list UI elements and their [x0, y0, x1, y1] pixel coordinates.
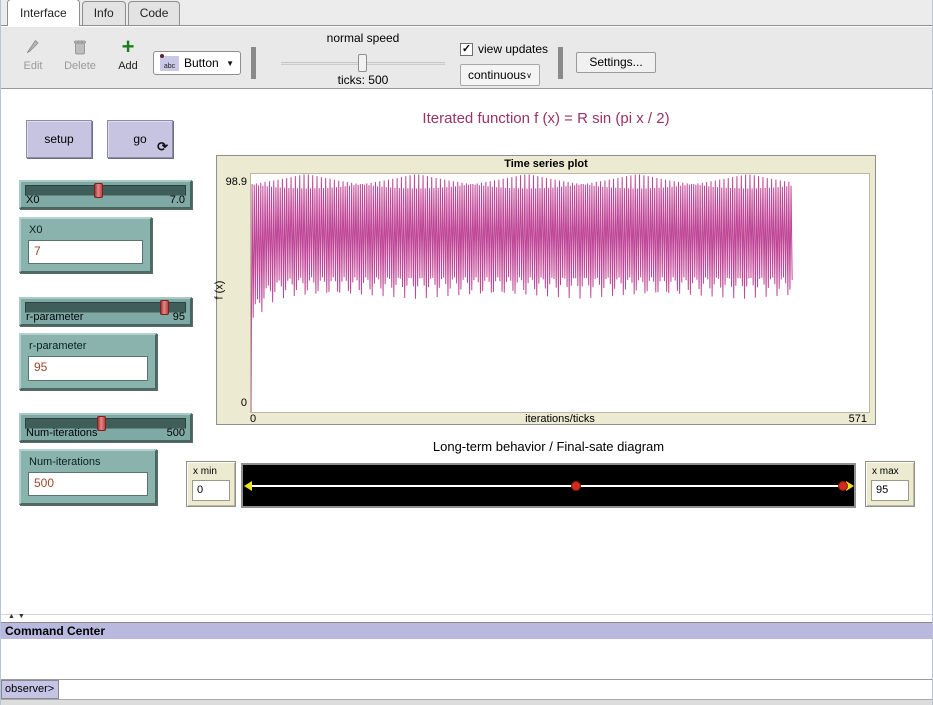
tab-code[interactable]: Code — [128, 1, 181, 25]
add-button[interactable]: + Add — [109, 35, 147, 72]
arrow-left-icon — [244, 481, 252, 491]
slider-x0[interactable]: X0 7.0 — [19, 180, 192, 209]
plus-icon: + — [109, 35, 147, 59]
monitor-value: 0 — [192, 480, 230, 501]
speed-label: normal speed — [269, 31, 457, 45]
series-svg — [251, 174, 869, 412]
speed-slider-group: normal speed ticks: 500 — [269, 31, 457, 87]
command-input[interactable] — [59, 680, 932, 699]
command-center-header: Command Center — [1, 622, 932, 639]
settings-button[interactable]: Settings... — [576, 52, 656, 73]
monitor-label: x max — [872, 466, 899, 477]
command-center-divider: ▲▼ — [1, 614, 932, 622]
monitor-x-max: x max 95 — [865, 461, 915, 507]
resize-arrows-icon[interactable]: ▲▼ — [8, 613, 28, 620]
slider-value: 7.0 — [170, 194, 185, 206]
view-updates-group: ✓ view updates — [460, 42, 548, 56]
toolbar-separator — [251, 47, 256, 79]
command-center-output — [1, 639, 932, 680]
tab-info[interactable]: Info — [82, 1, 126, 25]
tab-bar: Interface Info Code — [1, 0, 932, 26]
button-widget-icon: abc — [160, 56, 179, 71]
tab-interface[interactable]: Interface — [7, 0, 80, 26]
y-axis-max-label: 98.9 — [217, 176, 247, 188]
number-line — [249, 485, 847, 487]
monitor-x0: X0 7 — [19, 217, 152, 273]
delete-button[interactable]: Delete — [59, 35, 101, 72]
toolbar-separator — [558, 47, 563, 79]
plot-canvas — [250, 173, 870, 413]
monitor-x-min: x min 0 — [186, 461, 236, 507]
toolbar: Edit Delete + Add abc Button ▼ normal sp… — [1, 27, 932, 89]
monitor-r-parameter: r-parameter 95 — [19, 333, 157, 390]
time-series-plot: Time series plot 98.9 0 f (x) 0 iteratio… — [216, 155, 876, 425]
monitor-value: 95 — [871, 480, 909, 501]
y-axis-title: f (x) — [213, 281, 225, 300]
monitor-num-iterations: Num-iterations 500 — [19, 449, 157, 505]
series-line — [251, 174, 792, 412]
slider-label: X0 — [26, 194, 39, 206]
chevron-down-icon: ∨ — [526, 71, 532, 80]
slider-label: r-parameter — [26, 311, 83, 323]
netlogo-window: Interface Info Code Edit Delete + Add ab… — [0, 0, 933, 705]
view-updates-label: view updates — [478, 42, 548, 56]
trash-icon — [59, 35, 101, 59]
monitor-value: 500 — [28, 472, 148, 496]
agent-dot — [838, 481, 848, 491]
window-bottom-edge — [1, 699, 932, 705]
update-mode-value: continuous — [468, 68, 526, 82]
widget-type-label: Button — [184, 56, 221, 70]
monitor-value: 95 — [28, 356, 148, 381]
model-title: Iterated function f (x) = R sin (pi x / … — [216, 110, 876, 127]
edit-button[interactable]: Edit — [15, 35, 51, 72]
pencil-icon — [15, 35, 51, 59]
slider-num-iterations[interactable]: Num-iterations 500 — [19, 413, 192, 442]
chevron-down-icon: ▼ — [226, 59, 234, 68]
update-mode-dropdown[interactable]: continuous ∨ — [460, 64, 540, 86]
monitor-label: X0 — [29, 224, 42, 236]
monitor-label: x min — [193, 466, 217, 477]
slider-value: 500 — [167, 427, 185, 439]
view-updates-checkbox[interactable]: ✓ — [460, 43, 473, 56]
slider-r-parameter[interactable]: r-parameter 95 — [19, 297, 192, 326]
command-center-prompt-row: observer> — [1, 680, 932, 699]
go-button[interactable]: go ⟳ — [107, 120, 173, 158]
widget-type-dropdown[interactable]: abc Button ▼ — [153, 51, 241, 75]
setup-button[interactable]: setup — [26, 120, 92, 158]
agent-dot — [571, 481, 581, 491]
ticks-counter: ticks: 500 — [269, 73, 457, 87]
observer-prompt[interactable]: observer> — [1, 680, 59, 699]
y-axis-min-label: 0 — [217, 397, 247, 409]
x-axis-max-label: 571 — [849, 413, 867, 425]
speed-slider-thumb[interactable] — [358, 54, 367, 72]
slider-value: 95 — [173, 311, 185, 323]
x-axis-title: iterations/ticks — [250, 413, 870, 425]
plot-title: Time series plot — [217, 158, 875, 170]
slider-label: Num-iterations — [26, 427, 98, 439]
forever-icon: ⟳ — [157, 139, 168, 155]
monitor-label: r-parameter — [29, 340, 86, 352]
monitor-label: Num-iterations — [29, 456, 101, 468]
final-state-label: Long-term behavior / Final-sate diagram — [241, 439, 856, 454]
world-view — [241, 463, 856, 508]
monitor-value: 7 — [28, 240, 143, 264]
